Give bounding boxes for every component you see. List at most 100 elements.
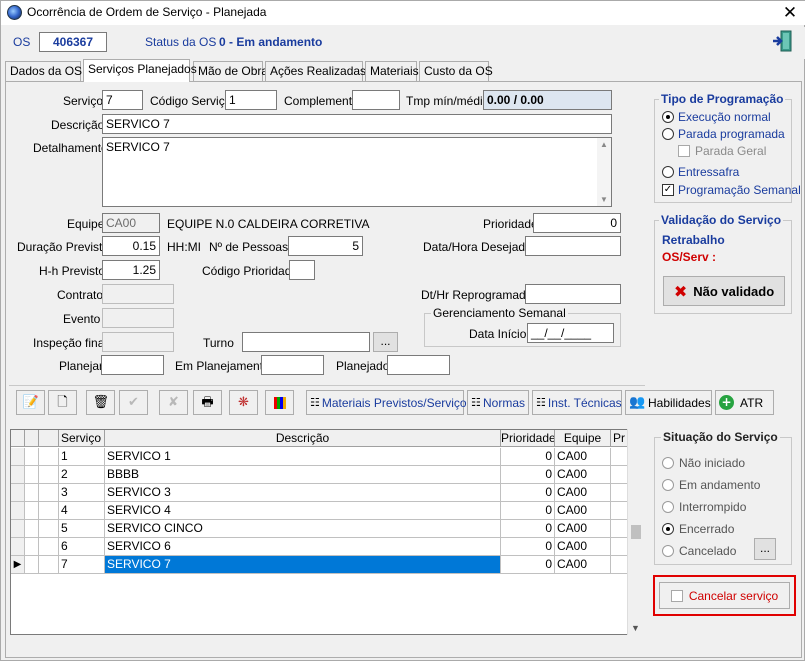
cell-servico[interactable]: 7: [59, 556, 105, 574]
cell-equipe[interactable]: CA00: [555, 502, 611, 520]
cell-equipe[interactable]: CA00: [555, 448, 611, 466]
row-blank2[interactable]: [39, 556, 59, 574]
toolbar-edit-button[interactable]: 📝: [16, 390, 45, 415]
row-blank1[interactable]: [25, 502, 39, 520]
complemento-field[interactable]: [352, 90, 400, 110]
programacao-semanal-label[interactable]: Programação Semanal: [678, 183, 801, 197]
cancelado-label[interactable]: Cancelado: [679, 544, 736, 558]
programacao-semanal-checkbox[interactable]: ✓: [662, 184, 674, 196]
grid-header-servico[interactable]: Serviço: [59, 430, 105, 447]
em-andamento-radio[interactable]: [662, 479, 674, 491]
row-indicator[interactable]: [11, 538, 25, 556]
services-grid[interactable]: Serviço Descrição Prioridade Equipe Pr 1…: [10, 429, 643, 635]
toolbar-print-button[interactable]: 🖶: [193, 390, 222, 415]
cell-descricao[interactable]: SERVICO 7: [105, 556, 501, 574]
normas-button[interactable]: ☷ Normas: [467, 390, 529, 415]
entressafra-label[interactable]: Entressafra: [678, 165, 739, 179]
cell-servico[interactable]: 6: [59, 538, 105, 556]
detalhamento-scrollbar[interactable]: ▲ ▼: [597, 138, 611, 206]
habilidades-button[interactable]: 👥 Habilidades: [625, 390, 712, 415]
planejar-field[interactable]: [101, 355, 164, 375]
materiais-previstos-button[interactable]: ☷ Materiais Previstos/Serviços: [306, 390, 473, 415]
cancelar-checkbox[interactable]: [670, 589, 683, 602]
row-blank2[interactable]: [39, 538, 59, 556]
cell-equipe[interactable]: CA00: [555, 520, 611, 538]
cell-prioridade[interactable]: 0: [501, 538, 555, 556]
entressafra-radio[interactable]: [662, 166, 674, 178]
grid-header-descricao[interactable]: Descrição: [105, 430, 501, 447]
cell-equipe[interactable]: CA00: [555, 466, 611, 484]
inst-tecnicas-button[interactable]: ☷ Inst. Técnicas: [532, 390, 622, 415]
cell-prioridade[interactable]: 0: [501, 466, 555, 484]
row-indicator[interactable]: [11, 448, 25, 466]
cancelado-details-button[interactable]: ...: [754, 538, 776, 560]
turno-lookup-button[interactable]: ...: [373, 332, 398, 352]
toolbar-resources-button[interactable]: ❋: [229, 390, 258, 415]
scroll-down-icon[interactable]: ▼: [631, 623, 640, 633]
nao-iniciado-label[interactable]: Não iniciado: [679, 456, 745, 470]
interrompido-radio[interactable]: [662, 501, 674, 513]
row-blank1[interactable]: [25, 484, 39, 502]
row-blank1[interactable]: [25, 466, 39, 484]
nao-validado-button[interactable]: ✖ Não validado: [663, 276, 785, 306]
close-icon[interactable]: ✕: [776, 2, 804, 24]
cell-equipe[interactable]: CA00: [555, 538, 611, 556]
row-indicator[interactable]: [11, 502, 25, 520]
hh-field[interactable]: 1.25: [102, 260, 160, 280]
encerrado-label[interactable]: Encerrado: [679, 522, 734, 536]
tab-servicos-planejados[interactable]: Serviços Planejados: [83, 59, 197, 82]
cell-prioridade[interactable]: 0: [501, 448, 555, 466]
row-blank2[interactable]: [39, 502, 59, 520]
cell-prioridade[interactable]: 0: [501, 484, 555, 502]
cell-prioridade[interactable]: 0: [501, 520, 555, 538]
cell-servico[interactable]: 2: [59, 466, 105, 484]
grid-header-prioridade[interactable]: Prioridade: [501, 430, 555, 447]
duracao-field[interactable]: 0.15: [102, 236, 160, 256]
cell-servico[interactable]: 1: [59, 448, 105, 466]
cell-descricao[interactable]: SERVICO 4: [105, 502, 501, 520]
row-indicator[interactable]: [11, 484, 25, 502]
row-blank2[interactable]: [39, 520, 59, 538]
parada-programada-label[interactable]: Parada programada: [678, 127, 785, 141]
toolbar-new-button[interactable]: 🗋: [48, 390, 77, 415]
servico-field[interactable]: 7: [102, 90, 143, 110]
cell-descricao[interactable]: BBBB: [105, 466, 501, 484]
grid-header-equipe[interactable]: Equipe: [555, 430, 611, 447]
cell-descricao[interactable]: SERVICO 1: [105, 448, 501, 466]
toolbar-delete-button[interactable]: 🗑: [86, 390, 115, 415]
cell-descricao[interactable]: SERVICO 3: [105, 484, 501, 502]
cell-descricao[interactable]: SERVICO CINCO: [105, 520, 501, 538]
cell-descricao[interactable]: SERVICO 6: [105, 538, 501, 556]
row-blank2[interactable]: [39, 466, 59, 484]
row-blank1[interactable]: [25, 556, 39, 574]
cell-equipe[interactable]: CA00: [555, 484, 611, 502]
reprogramada-field[interactable]: [525, 284, 621, 304]
cell-equipe[interactable]: CA00: [555, 556, 611, 574]
turno-field[interactable]: [242, 332, 370, 352]
execucao-normal-radio[interactable]: [662, 111, 674, 123]
encerrado-radio[interactable]: [662, 523, 674, 535]
row-blank2[interactable]: [39, 484, 59, 502]
toolbar-colors-button[interactable]: [265, 390, 294, 415]
descricao-field[interactable]: SERVICO 7: [102, 114, 612, 134]
nao-iniciado-radio[interactable]: [662, 457, 674, 469]
tab-custo-os[interactable]: Custo da OS: [419, 61, 493, 81]
row-blank1[interactable]: [25, 448, 39, 466]
row-indicator[interactable]: [11, 466, 25, 484]
row-indicator[interactable]: ▶: [11, 556, 25, 574]
tab-mao-de-obra[interactable]: Mão de Obra: [193, 61, 268, 81]
cell-servico[interactable]: 3: [59, 484, 105, 502]
exit-icon[interactable]: [771, 29, 795, 53]
detalhamento-field[interactable]: SERVICO 7: [102, 137, 612, 207]
row-indicator[interactable]: [11, 520, 25, 538]
pessoas-field[interactable]: 5: [288, 236, 363, 256]
prioridade-field[interactable]: 0: [533, 213, 621, 233]
data-desejada-field[interactable]: [525, 236, 621, 256]
planejado-field[interactable]: [387, 355, 450, 375]
cancelar-servico-button[interactable]: Cancelar serviço: [659, 582, 790, 609]
cell-prioridade[interactable]: 0: [501, 502, 555, 520]
tab-materiais[interactable]: Materiais: [365, 61, 419, 81]
em-planejamento-field[interactable]: [261, 355, 324, 375]
tab-dados-os[interactable]: Dados da OS: [5, 61, 82, 81]
row-blank2[interactable]: [39, 448, 59, 466]
